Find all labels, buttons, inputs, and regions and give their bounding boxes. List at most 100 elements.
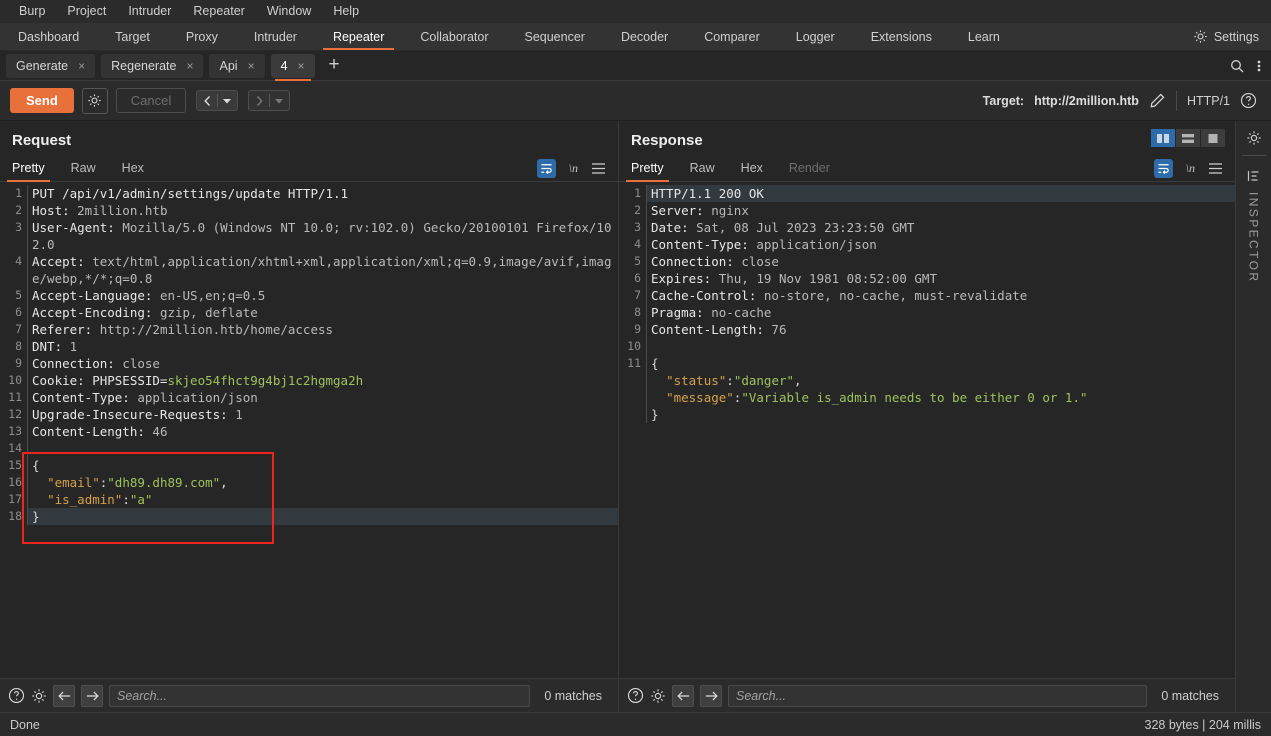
- pencil-icon[interactable]: [1149, 92, 1166, 109]
- line-number: 1: [634, 186, 641, 200]
- main-tab-bar: Dashboard Target Proxy Intruder Repeater…: [0, 23, 1271, 51]
- request-pane: Request Pretty Raw Hex \n 1 PUT /api/v1/…: [0, 121, 619, 712]
- request-editor[interactable]: 1 PUT /api/v1/admin/settings/update HTTP/…: [0, 182, 618, 678]
- search-next-button[interactable]: [700, 684, 722, 707]
- inspector-settings-button[interactable]: [1236, 121, 1271, 155]
- newline-icon[interactable]: \n: [569, 161, 578, 176]
- code-text: Connection: close: [27, 355, 618, 372]
- tab-collaborator[interactable]: Collaborator: [402, 23, 506, 50]
- menu-item-burp[interactable]: Burp: [8, 0, 56, 23]
- repeater-tab-api[interactable]: Api ×: [209, 53, 265, 78]
- line-number: [619, 389, 646, 406]
- response-tab-pretty[interactable]: Pretty: [626, 155, 669, 182]
- repeater-tab-regenerate[interactable]: Regenerate ×: [101, 53, 204, 78]
- request-tab-raw[interactable]: Raw: [71, 155, 96, 182]
- menu-item-help[interactable]: Help: [322, 0, 370, 23]
- chevron-right-icon: [255, 95, 264, 107]
- inspector-sidebar[interactable]: INSPECTOR: [1235, 121, 1271, 712]
- request-tab-pretty[interactable]: Pretty: [7, 155, 50, 182]
- question-circle-icon[interactable]: [8, 687, 25, 704]
- settings-button[interactable]: Settings: [1193, 23, 1271, 50]
- word-wrap-icon[interactable]: [1153, 158, 1173, 178]
- tab-extensions[interactable]: Extensions: [853, 23, 950, 50]
- menu-item-repeater[interactable]: Repeater: [182, 0, 255, 23]
- next-request-button[interactable]: [248, 90, 291, 111]
- cancel-button[interactable]: Cancel: [115, 88, 187, 113]
- response-editor[interactable]: 1 HTTP/1.1 200 OK 2 Server: nginx 3 Date: Sat…: [619, 182, 1235, 678]
- search-previous-button[interactable]: [672, 684, 694, 707]
- code-line: 15 {: [0, 457, 618, 474]
- question-circle-icon[interactable]: [1240, 92, 1257, 109]
- response-tab-render[interactable]: Render: [789, 155, 830, 182]
- menu-item-intruder[interactable]: Intruder: [117, 0, 182, 23]
- repeater-tab-generate[interactable]: Generate ×: [6, 53, 96, 78]
- new-tab-button[interactable]: +: [321, 55, 348, 74]
- tab-learn[interactable]: Learn: [950, 23, 1018, 50]
- response-tab-hex[interactable]: Hex: [741, 155, 763, 182]
- response-view-actions: \n: [1153, 158, 1235, 178]
- response-search-input[interactable]: [728, 684, 1148, 707]
- kebab-menu-icon[interactable]: [1257, 58, 1261, 74]
- question-circle-icon[interactable]: [627, 687, 644, 704]
- close-icon[interactable]: ×: [248, 59, 255, 73]
- line-number: 2: [634, 203, 641, 217]
- divider: [1175, 90, 1177, 111]
- line-number: 11: [627, 356, 641, 370]
- tab-sequencer[interactable]: Sequencer: [506, 23, 602, 50]
- close-icon[interactable]: ×: [186, 59, 193, 73]
- line-number: 7: [15, 322, 22, 336]
- response-pane: Response Pretty Raw Hex Render \n 1 HTTP…: [619, 121, 1235, 712]
- tab-proxy[interactable]: Proxy: [168, 23, 236, 50]
- split-vertical-icon[interactable]: [1151, 129, 1175, 147]
- code-line: 4 Content-Type: application/json: [619, 236, 1235, 253]
- hamburger-menu-icon[interactable]: [1208, 162, 1223, 175]
- word-wrap-icon[interactable]: [536, 158, 556, 178]
- line-number: 15: [8, 458, 22, 472]
- hamburger-menu-icon[interactable]: [591, 162, 606, 175]
- send-button[interactable]: Send: [10, 88, 74, 113]
- previous-request-button[interactable]: [196, 90, 239, 111]
- tab-intruder[interactable]: Intruder: [236, 23, 315, 50]
- tab-logger[interactable]: Logger: [778, 23, 853, 50]
- close-icon[interactable]: ×: [78, 59, 85, 73]
- repeater-tab-4[interactable]: 4 ×: [270, 53, 315, 81]
- code-line: 14: [0, 440, 618, 457]
- newline-icon[interactable]: \n: [1186, 161, 1195, 176]
- chevron-left-icon: [203, 95, 212, 107]
- single-pane-icon[interactable]: [1201, 129, 1225, 147]
- search-next-button[interactable]: [81, 684, 103, 707]
- http-version-label[interactable]: HTTP/1: [1187, 94, 1230, 108]
- gear-icon[interactable]: [31, 688, 47, 704]
- tab-dashboard[interactable]: Dashboard: [0, 23, 97, 50]
- gear-icon[interactable]: [650, 688, 666, 704]
- tab-target[interactable]: Target: [97, 23, 168, 50]
- menu-item-window[interactable]: Window: [256, 0, 322, 23]
- tab-decoder[interactable]: Decoder: [603, 23, 686, 50]
- tab-comparer[interactable]: Comparer: [686, 23, 778, 50]
- close-icon[interactable]: ×: [298, 59, 305, 73]
- request-settings-button[interactable]: [81, 87, 108, 114]
- response-tab-raw[interactable]: Raw: [690, 155, 715, 182]
- response-pane-header: Response: [619, 121, 1235, 155]
- line-number: 16: [8, 475, 22, 489]
- code-line: 2 Host: 2million.htb: [0, 202, 618, 219]
- line-number: 8: [634, 305, 641, 319]
- request-tab-hex[interactable]: Hex: [122, 155, 144, 182]
- line-number: 1: [15, 186, 22, 200]
- arrow-left-icon: [676, 690, 690, 702]
- caret-down-icon[interactable]: [275, 98, 284, 104]
- action-bar: Send Cancel Target: http://2million.htb …: [0, 81, 1271, 121]
- code-text: User-Agent: Mozilla/5.0 (Windows NT 10.0…: [27, 219, 618, 253]
- code-line: 10 Cookie: PHPSESSID=skjeo54fhct9g4bj1c2h…: [0, 372, 618, 389]
- request-search-input[interactable]: [109, 684, 531, 707]
- menu-item-project[interactable]: Project: [56, 0, 117, 23]
- request-title: Request: [12, 132, 72, 149]
- tab-repeater[interactable]: Repeater: [315, 23, 402, 50]
- code-text: Referer: http://2million.htb/home/access: [27, 321, 618, 338]
- line-number: 10: [8, 373, 22, 387]
- split-horizontal-icon[interactable]: [1176, 129, 1200, 147]
- search-previous-button[interactable]: [53, 684, 75, 707]
- caret-down-icon[interactable]: [223, 98, 232, 104]
- code-line: 7 Cache-Control: no-store, no-cache, must…: [619, 287, 1235, 304]
- search-icon[interactable]: [1229, 58, 1245, 74]
